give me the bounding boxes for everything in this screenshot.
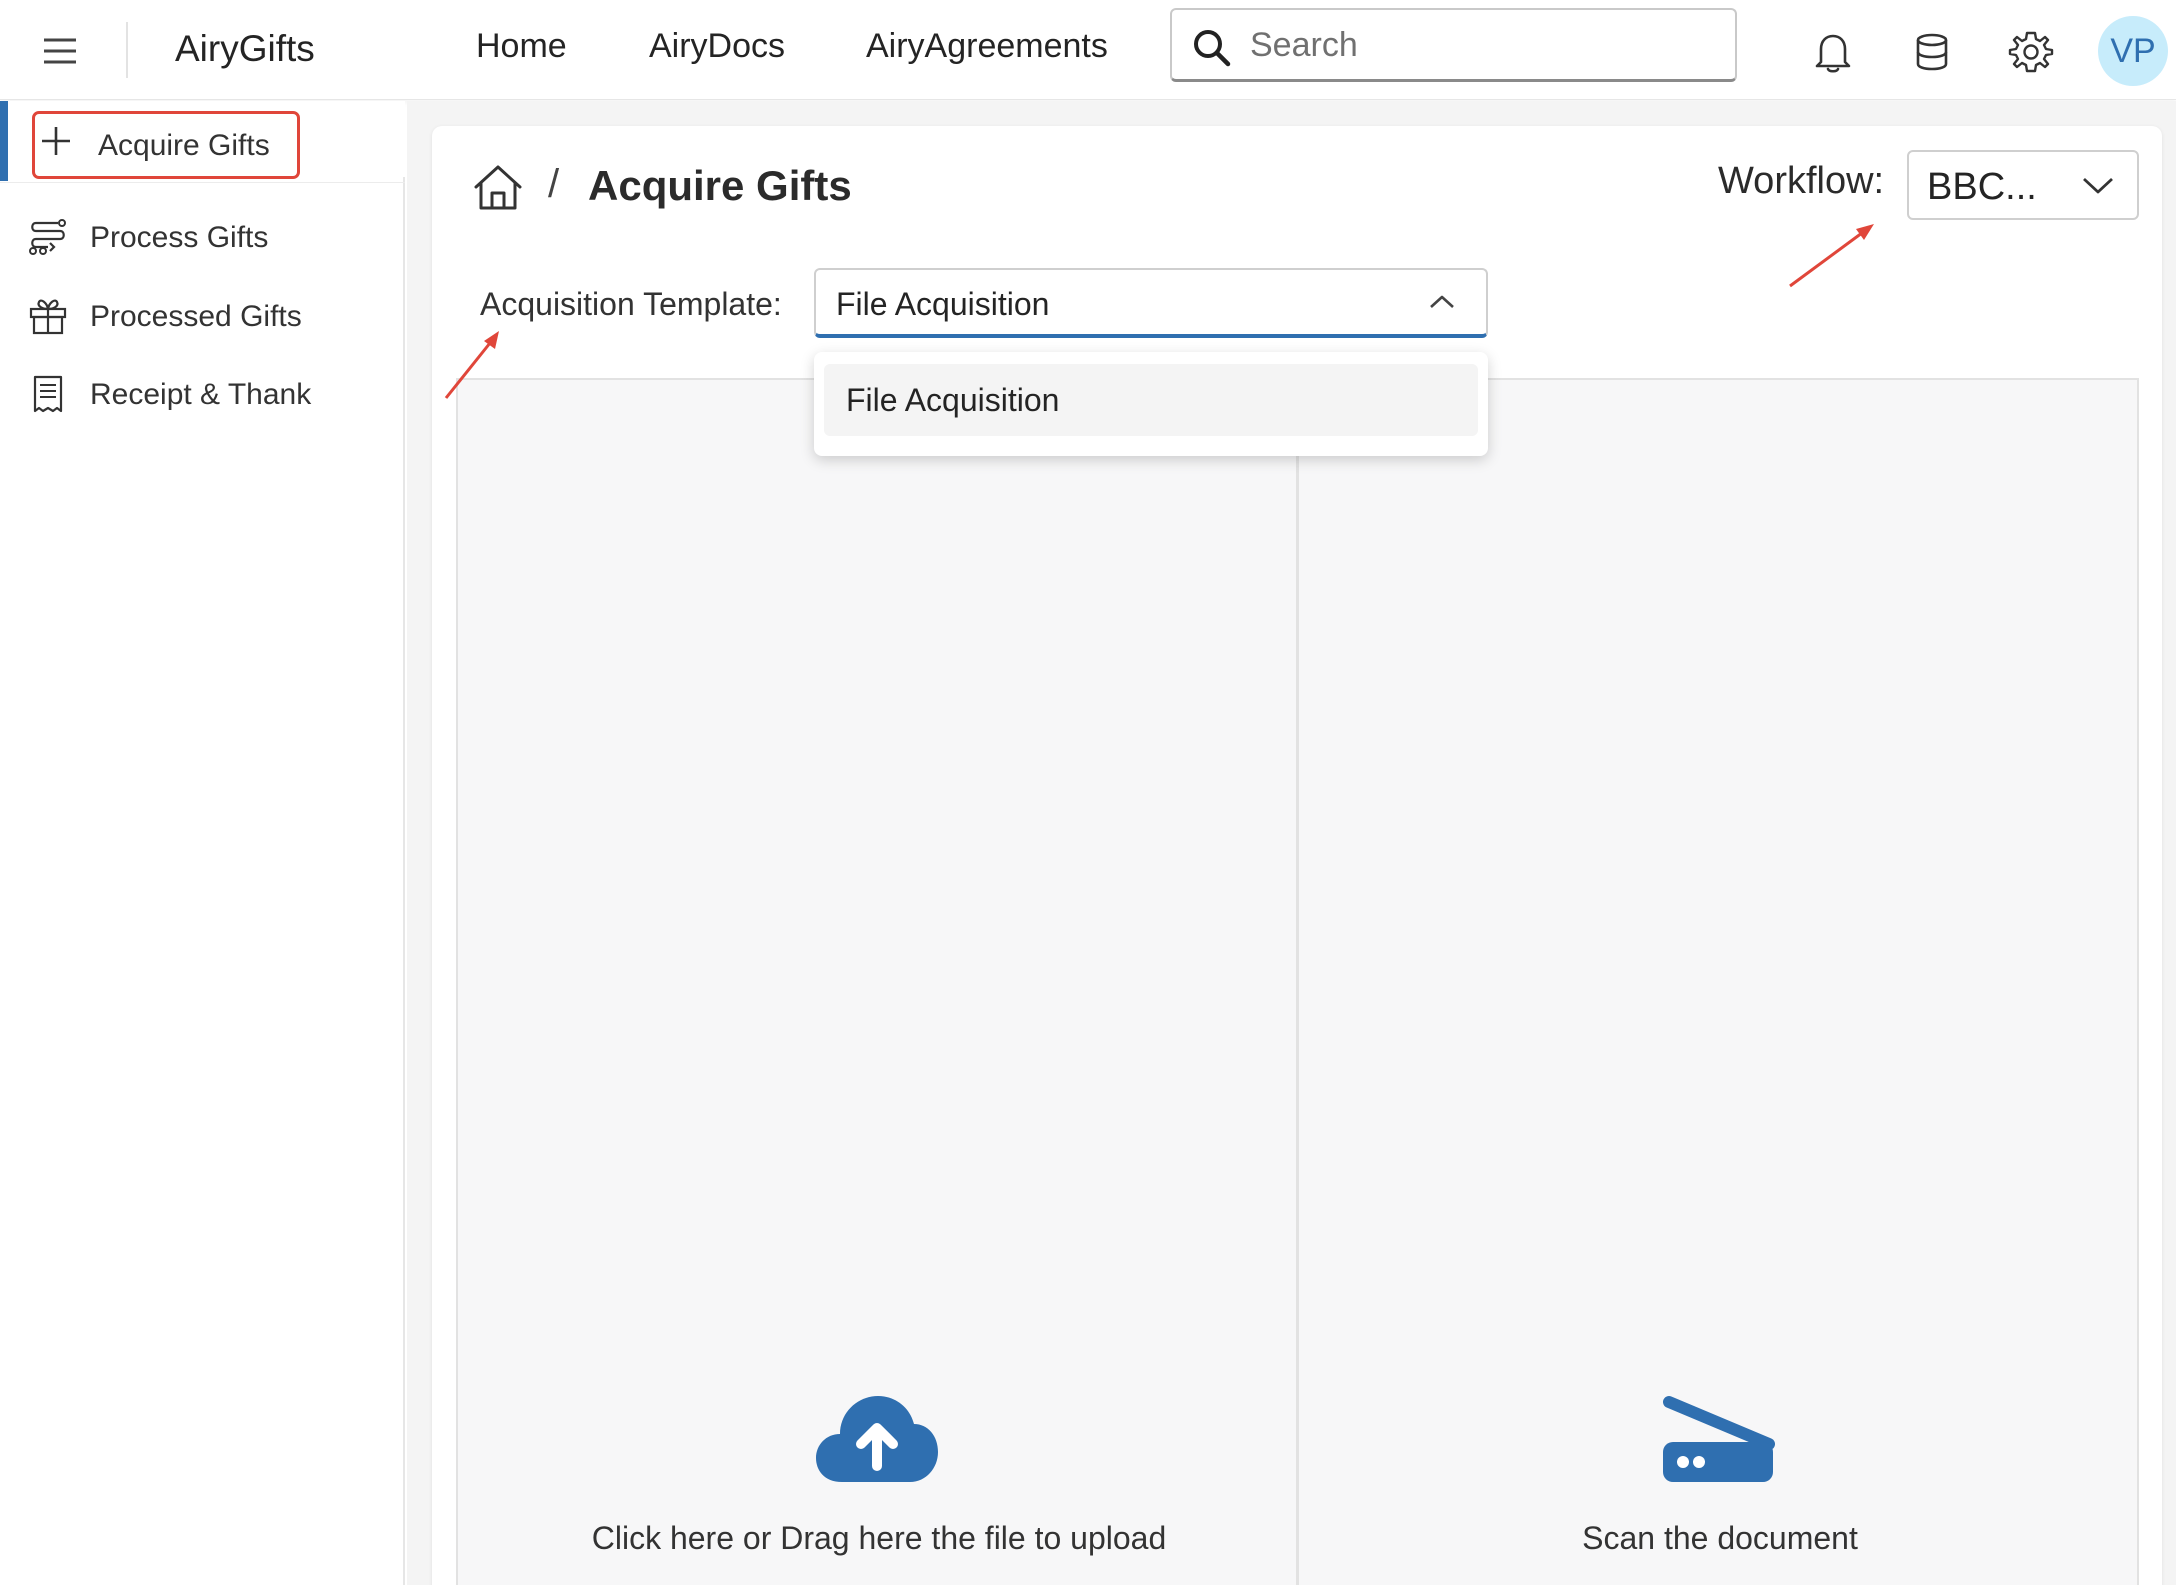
sidebar-item-acquire-gifts[interactable]: Acquire Gifts	[0, 101, 405, 183]
app-window: AiryGifts Home AiryDocs AiryAgreements S…	[0, 0, 2176, 1585]
bell-icon[interactable]	[1809, 28, 1857, 76]
upload-instruction-text: Click here or Drag here the file to uplo…	[591, 1520, 1167, 1556]
sidebar-divider	[0, 182, 405, 183]
sidebar: Acquire Gifts Process Gifts Processed Gi…	[0, 101, 405, 1585]
workflow-selected-value: BBC...	[1927, 166, 2037, 208]
sidebar-item-label: Process Gifts	[90, 221, 269, 254]
scan-instruction-text: Scan the document	[1582, 1520, 1858, 1556]
home-icon[interactable]	[472, 162, 524, 214]
nav-home[interactable]: Home	[476, 27, 567, 66]
plus-icon	[38, 123, 78, 163]
search-input[interactable]	[1250, 20, 1720, 70]
gift-icon	[28, 296, 68, 336]
acquisition-template-label: Acquisition Template:	[480, 286, 782, 322]
active-indicator	[0, 101, 8, 181]
sidebar-item-label: Processed Gifts	[90, 300, 302, 333]
search-box[interactable]	[1170, 8, 1737, 82]
upload-panel[interactable]: Click here or Drag here the file to uplo…	[456, 378, 1298, 1585]
dropdown-option-file-acquisition[interactable]: File Acquisition	[824, 364, 1478, 436]
gear-icon[interactable]	[2007, 28, 2055, 76]
acquisition-template-selected-value: File Acquisition	[836, 286, 1050, 322]
nav-airydocs[interactable]: AiryDocs	[649, 27, 785, 66]
scan-panel[interactable]: Scan the document	[1297, 378, 2139, 1585]
topbar-divider	[126, 22, 128, 78]
cloud-upload-icon	[814, 1390, 940, 1491]
workflow-select[interactable]: BBC...	[1907, 150, 2139, 220]
sidebar-item-receipt-thank[interactable]: Receipt & Thank	[0, 358, 405, 434]
dropdown-option-label: File Acquisition	[846, 382, 1060, 418]
receipt-icon	[28, 374, 68, 414]
chevron-up-icon	[1430, 295, 1454, 308]
workflow-label: Workflow:	[1718, 160, 1885, 202]
sidebar-item-processed-gifts[interactable]: Processed Gifts	[0, 280, 405, 356]
acquisition-template-dropdown: File Acquisition	[814, 352, 1488, 456]
user-avatar[interactable]: VP	[2098, 16, 2168, 86]
chevron-down-icon	[2083, 177, 2113, 194]
sidebar-item-label: Acquire Gifts	[98, 129, 270, 162]
process-flow-icon	[28, 217, 68, 257]
database-icon[interactable]	[1908, 28, 1956, 76]
app-title[interactable]: AiryGifts	[175, 28, 315, 70]
page-title: Acquire Gifts	[588, 162, 852, 209]
nav-airyagreements[interactable]: AiryAgreements	[866, 27, 1108, 66]
search-icon	[1194, 30, 1231, 67]
hamburger-menu-icon[interactable]	[40, 31, 80, 71]
sidebar-item-process-gifts[interactable]: Process Gifts	[0, 201, 405, 277]
sidebar-item-label: Receipt & Thank	[90, 378, 312, 411]
scanner-icon	[1661, 1392, 1775, 1489]
acquisition-template-select[interactable]: File Acquisition	[814, 268, 1488, 338]
breadcrumb-separator: /	[548, 162, 560, 206]
top-bar: AiryGifts Home AiryDocs AiryAgreements S…	[0, 0, 2176, 100]
